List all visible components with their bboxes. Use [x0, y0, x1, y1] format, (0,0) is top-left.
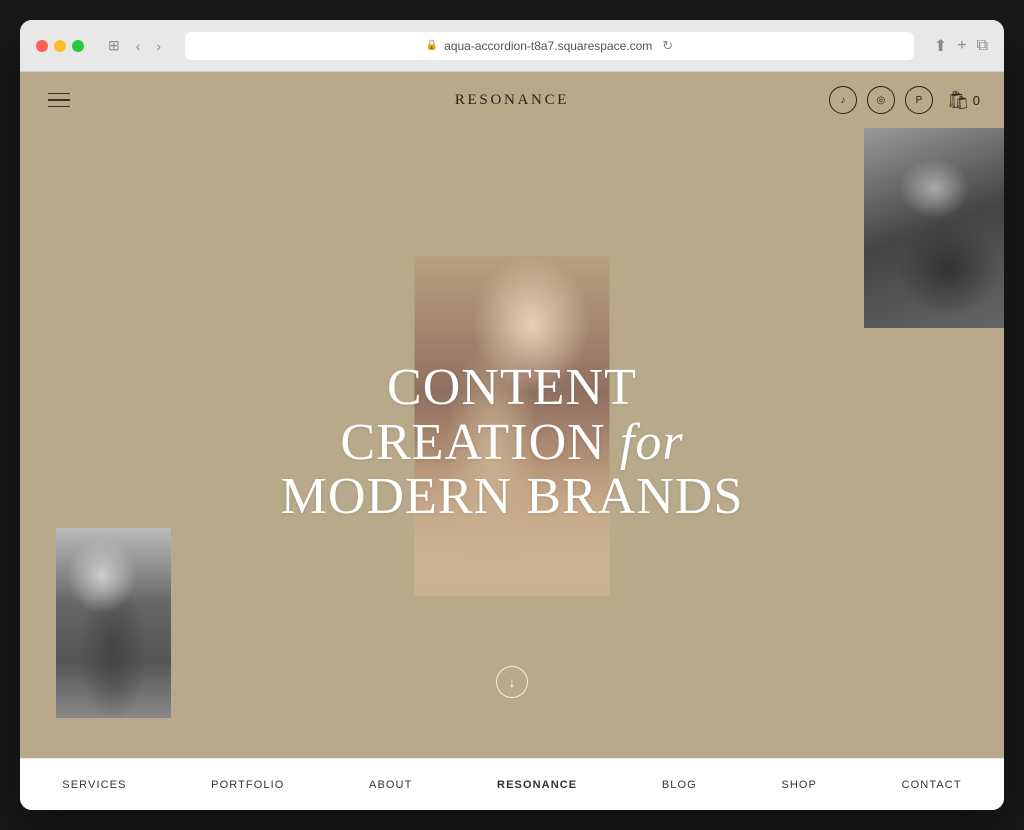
browser-chrome: ⊞ ‹ › 🔒 aqua-accordion-t8a7.squarespace.…: [20, 20, 1004, 72]
browser-window: ⊞ ‹ › 🔒 aqua-accordion-t8a7.squarespace.…: [20, 20, 1004, 810]
lock-icon: 🔒: [426, 40, 438, 51]
share-button[interactable]: ⬆: [934, 36, 947, 56]
top-right-photo: [864, 128, 1004, 328]
tiktok-social-button[interactable]: ♪: [829, 86, 857, 114]
top-right-image: [864, 128, 1004, 328]
instagram-social-button[interactable]: ◎: [867, 86, 895, 114]
center-photo: [415, 256, 610, 596]
center-image: [415, 256, 610, 596]
traffic-lights: [36, 40, 84, 52]
maximize-button[interactable]: [72, 40, 84, 52]
close-button[interactable]: [36, 40, 48, 52]
cart-count: 0: [973, 93, 980, 108]
nav-item-resonance[interactable]: RESONANCE: [497, 779, 577, 791]
hamburger-line-1: [48, 93, 70, 95]
hamburger-line-2: [48, 99, 70, 101]
nav-item-about[interactable]: ABOUT: [369, 779, 412, 791]
site-header: RESONANCE ♪ ◎ P 🛍 0: [20, 72, 1004, 128]
refresh-icon[interactable]: ↻: [662, 38, 673, 54]
back-button[interactable]: ‹: [132, 36, 145, 56]
browser-actions: ⬆ + ⧉: [934, 36, 988, 56]
scroll-down-icon: ↓: [509, 674, 516, 690]
hamburger-menu-button[interactable]: [44, 89, 74, 112]
pinterest-social-button[interactable]: P: [905, 86, 933, 114]
tiktok-icon: ♪: [840, 95, 845, 106]
duplicate-button[interactable]: ⧉: [977, 37, 988, 55]
tab-switcher-button[interactable]: ⊞: [104, 35, 124, 56]
site-main: CONTENT CREATION for MODERN BRANDS ↓: [20, 128, 1004, 758]
nav-item-contact[interactable]: CONTACT: [902, 779, 962, 791]
nav-item-services[interactable]: SERVICES: [62, 779, 126, 791]
nav-item-blog[interactable]: BLOG: [662, 779, 697, 791]
cart-button[interactable]: 🛍 0: [947, 90, 980, 111]
new-tab-button[interactable]: +: [957, 37, 966, 55]
address-bar[interactable]: 🔒 aqua-accordion-t8a7.squarespace.com ↻: [185, 32, 914, 60]
instagram-icon: ◎: [877, 95, 886, 106]
browser-controls: ⊞ ‹ ›: [104, 35, 165, 56]
scroll-down-button[interactable]: ↓: [496, 666, 528, 698]
pinterest-icon: P: [916, 95, 923, 106]
url-text: aqua-accordion-t8a7.squarespace.com: [444, 39, 652, 53]
site-logo[interactable]: RESONANCE: [455, 92, 569, 109]
bottom-left-image: [56, 528, 171, 718]
minimize-button[interactable]: [54, 40, 66, 52]
bottom-left-photo: [56, 528, 171, 718]
forward-button[interactable]: ›: [152, 36, 165, 56]
website: RESONANCE ♪ ◎ P 🛍 0: [20, 72, 1004, 810]
header-right: ♪ ◎ P 🛍 0: [829, 86, 980, 114]
site-footer-nav: SERVICES PORTFOLIO ABOUT RESONANCE BLOG …: [20, 758, 1004, 810]
nav-item-portfolio[interactable]: PORTFOLIO: [211, 779, 284, 791]
hamburger-line-3: [48, 106, 70, 108]
nav-item-shop[interactable]: SHOP: [781, 779, 817, 791]
cart-icon: 🛍: [947, 90, 970, 111]
